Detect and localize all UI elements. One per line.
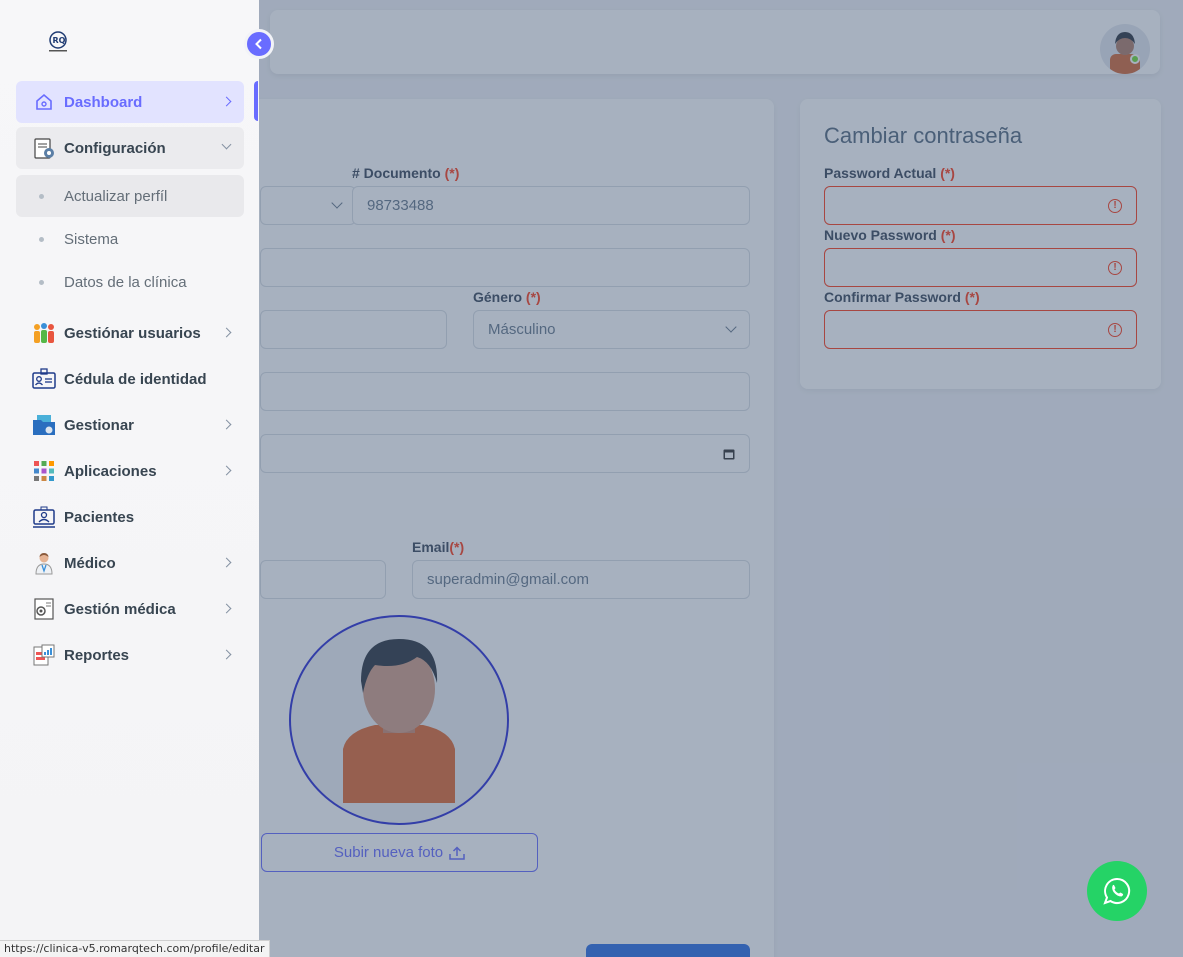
users-group-icon bbox=[32, 321, 56, 345]
submenu-item-label: Sistema bbox=[64, 230, 119, 248]
sidebar-item-aplicaciones[interactable]: Aplicaciones bbox=[16, 450, 244, 492]
whatsapp-button[interactable] bbox=[1087, 861, 1147, 921]
submenu-item-sistema[interactable]: Sistema bbox=[16, 218, 244, 260]
app-logo[interactable]: RQ bbox=[44, 30, 72, 54]
sidebar-item-reportes[interactable]: Reportes bbox=[16, 634, 244, 676]
sidebar-item-pacientes[interactable]: Pacientes bbox=[16, 496, 244, 538]
chevron-down-icon bbox=[221, 139, 232, 150]
sidebar-item-label: Gestiónar usuarios bbox=[64, 324, 201, 342]
sidebar-item-label: Configuración bbox=[64, 139, 166, 157]
chevron-right-icon bbox=[221, 603, 232, 614]
medical-document-icon bbox=[32, 597, 56, 621]
submenu-item-datos-clinica[interactable]: Datos de la clínica bbox=[16, 261, 244, 303]
sidebar-item-label: Dashboard bbox=[64, 93, 143, 111]
sidebar-item-label: Pacientes bbox=[64, 508, 135, 526]
chevron-right-icon bbox=[221, 465, 232, 476]
bullet-icon bbox=[39, 194, 44, 199]
sidebar-item-configuracion[interactable]: Configuración bbox=[16, 127, 244, 169]
sidebar-item-medico[interactable]: Médico bbox=[16, 542, 244, 584]
sidebar-item-gestionar[interactable]: Gestionar bbox=[16, 404, 244, 446]
chevron-right-icon bbox=[221, 96, 232, 107]
logo-icon: RQ bbox=[49, 31, 67, 52]
sidebar-item-cedula[interactable]: Cédula de identidad bbox=[16, 358, 244, 400]
bullet-icon bbox=[39, 280, 44, 285]
folder-gear-icon bbox=[32, 413, 56, 437]
whatsapp-icon bbox=[1103, 877, 1131, 905]
active-indicator bbox=[254, 81, 258, 121]
chevron-left-icon bbox=[255, 38, 262, 50]
sidebar: RQ Dashboard Configuración Actualizar pe… bbox=[0, 0, 259, 957]
settings-notepad-icon bbox=[32, 136, 56, 160]
submenu-item-label: Datos de la clínica bbox=[64, 273, 187, 291]
bullet-icon bbox=[39, 237, 44, 242]
submenu-item-actualizar-perfil[interactable]: Actualizar perfíl bbox=[16, 175, 244, 217]
chevron-right-icon bbox=[221, 419, 232, 430]
apps-grid-icon bbox=[32, 459, 56, 483]
sidebar-item-gestionar-usuarios[interactable]: Gestiónar usuarios bbox=[16, 312, 244, 354]
svg-text:RQ: RQ bbox=[53, 36, 66, 45]
sidebar-item-label: Gestionar bbox=[64, 416, 135, 434]
sidebar-item-dashboard[interactable]: Dashboard bbox=[16, 81, 244, 123]
doctor-icon bbox=[32, 551, 56, 575]
status-bar-url: https://clinica-v5.romarqtech.com/profil… bbox=[0, 940, 270, 957]
chevron-right-icon bbox=[221, 557, 232, 568]
report-chart-icon bbox=[32, 643, 56, 667]
sidebar-item-label: Reportes bbox=[64, 646, 130, 664]
home-icon bbox=[32, 90, 56, 114]
sidebar-item-gestion-medica[interactable]: Gestión médica bbox=[16, 588, 244, 630]
sidebar-item-label: Aplicaciones bbox=[64, 462, 157, 480]
chevron-right-icon bbox=[221, 649, 232, 660]
id-card-icon bbox=[32, 367, 56, 391]
sidebar-item-label: Cédula de identidad bbox=[64, 370, 207, 388]
sidebar-item-label: Médico bbox=[64, 554, 116, 572]
patient-monitor-icon bbox=[32, 505, 56, 529]
sidebar-item-label: Gestión médica bbox=[64, 600, 176, 618]
chevron-right-icon bbox=[221, 327, 232, 338]
collapse-sidebar-button[interactable] bbox=[244, 29, 274, 59]
submenu-item-label: Actualizar perfíl bbox=[64, 187, 168, 205]
